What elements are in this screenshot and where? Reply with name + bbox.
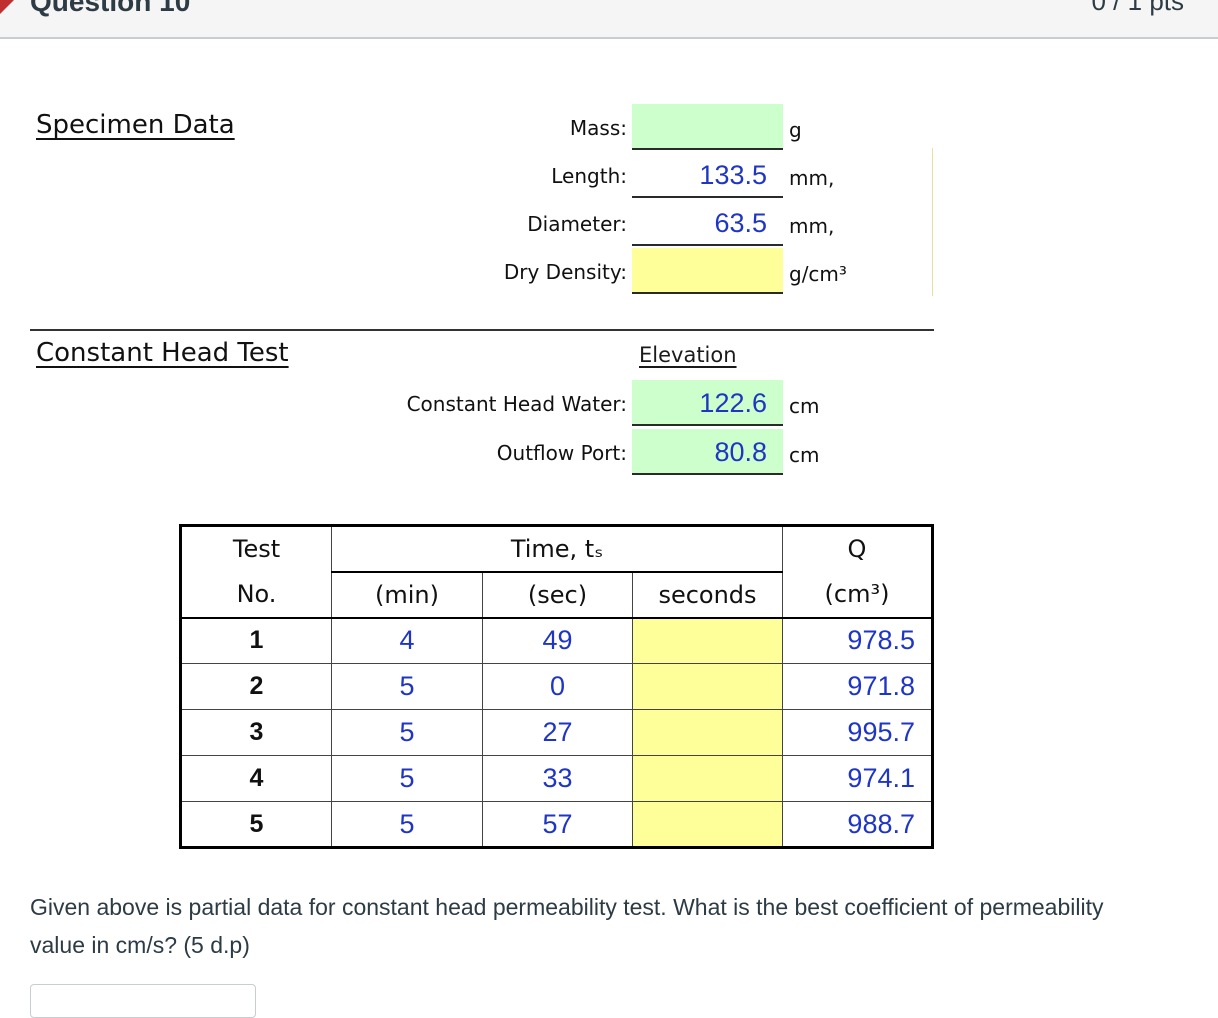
row-test-no: 5 [180, 801, 332, 848]
header-q: Q [782, 525, 933, 572]
question-prompt: Given above is partial data for constant… [30, 894, 1104, 958]
mass-unit: g [789, 118, 802, 142]
elevation-header: Elevation [639, 343, 737, 367]
diameter-value: 63.5 [632, 200, 783, 246]
diameter-unit: mm, [789, 214, 835, 238]
row-min: 5 [331, 801, 483, 848]
row-test-no: 3 [180, 709, 332, 756]
head-water-value: 122.6 [632, 380, 783, 426]
outflow-port-label: Outflow Port: [496, 441, 627, 465]
table-row: 4 5 33 974.1 [180, 755, 933, 802]
specimen-title: Specimen Data [36, 110, 235, 140]
question-title: Question 10 [30, 0, 191, 17]
row-seconds [632, 663, 783, 710]
row-sec: 0 [482, 663, 633, 710]
mass-value [632, 104, 783, 150]
test-data-table: Test Time, tₛ Q No. (min) (sec) seconds … [179, 524, 934, 849]
row-min: 5 [331, 663, 483, 710]
row-seconds [632, 617, 783, 664]
row-sec: 33 [482, 755, 633, 802]
length-value: 133.5 [632, 152, 783, 198]
row-test-no: 2 [180, 663, 332, 710]
question-header: Question 10 0 / 1 pts [0, 0, 1218, 39]
head-water-unit: cm [789, 394, 820, 418]
header-test: Test [180, 525, 332, 572]
row-sec: 27 [482, 709, 633, 756]
table-row: 1 4 49 978.5 [180, 617, 933, 664]
cell-border-right [932, 148, 933, 296]
row-q: 971.8 [782, 663, 933, 710]
row-q: 995.7 [782, 709, 933, 756]
header-q-unit: (cm³) [782, 571, 933, 618]
diameter-label: Diameter: [527, 212, 627, 236]
dry-density-label: Dry Density: [503, 260, 627, 284]
table-header-row: Test Time, tₛ Q [180, 525, 933, 573]
row-q: 974.1 [782, 755, 933, 802]
row-q: 988.7 [782, 801, 933, 848]
section-divider [30, 329, 934, 331]
row-seconds [632, 801, 783, 848]
table-row: 5 5 57 988.7 [180, 801, 933, 848]
row-q: 978.5 [782, 617, 933, 664]
row-min: 5 [331, 709, 483, 756]
question-points: 0 / 1 pts [1091, 0, 1185, 16]
table-row: 3 5 27 995.7 [180, 709, 933, 756]
table-row: 2 5 0 971.8 [180, 663, 933, 710]
length-label: Length: [551, 164, 627, 188]
outflow-port-value: 80.8 [632, 429, 783, 475]
row-sec: 49 [482, 617, 633, 664]
flag-icon [0, 0, 14, 14]
dry-density-value [632, 248, 783, 294]
row-seconds [632, 709, 783, 756]
row-min: 5 [331, 755, 483, 802]
header-seconds: seconds [632, 571, 783, 618]
mass-label: Mass: [569, 116, 627, 140]
row-sec: 57 [482, 801, 633, 848]
head-water-label: Constant Head Water: [406, 392, 627, 416]
header-sec: (sec) [482, 571, 633, 618]
header-no: No. [180, 571, 332, 618]
answer-input[interactable] [30, 984, 256, 1018]
row-min: 4 [331, 617, 483, 664]
header-time: Time, tₛ [331, 525, 783, 573]
row-seconds [632, 755, 783, 802]
row-test-no: 4 [180, 755, 332, 802]
constant-head-title: Constant Head Test [36, 338, 289, 368]
length-unit: mm, [789, 166, 835, 190]
row-test-no: 1 [180, 617, 332, 664]
table-subheader-row: No. (min) (sec) seconds (cm³) [180, 571, 933, 618]
header-min: (min) [331, 571, 483, 618]
dry-density-unit: g/cm³ [789, 262, 847, 286]
outflow-port-unit: cm [789, 443, 820, 467]
